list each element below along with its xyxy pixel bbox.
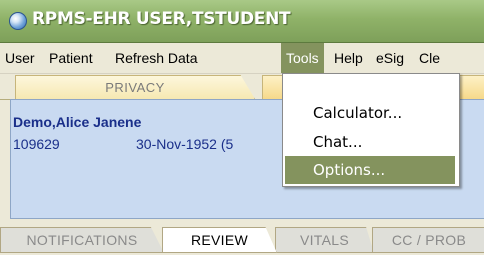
menu-help[interactable]: Help — [329, 43, 368, 73]
menu-user[interactable]: User — [0, 43, 40, 73]
patient-name[interactable]: Demo,Alice Janene — [13, 114, 141, 130]
tab-notifications[interactable]: NOTIFICATIONS — [0, 227, 164, 253]
patient-dob: 30-Nov-1952 (5 — [136, 136, 234, 152]
title-bar[interactable]: RPMS-EHR USER,TSTUDENT — [0, 0, 484, 43]
tab-review[interactable]: REVIEW — [162, 227, 277, 253]
tab-vitals[interactable]: VITALS — [275, 227, 374, 253]
menu-item-calculator[interactable]: Calculator... — [285, 99, 455, 127]
menu-refresh-data[interactable]: Refresh Data — [110, 43, 202, 73]
tools-dropdown-menu: Calculator... Chat... Options... — [282, 73, 460, 187]
tab-privacy[interactable]: PRIVACY — [15, 75, 255, 99]
patient-id: 109629 — [13, 136, 60, 152]
menu-patient[interactable]: Patient — [44, 43, 98, 73]
menu-item-options[interactable]: Options... — [285, 156, 455, 184]
menu-bar: User Patient Refresh Data Tools Help eSi… — [0, 43, 484, 74]
menu-esig[interactable]: eSig — [371, 43, 409, 73]
menu-clear[interactable]: Cle — [414, 43, 445, 73]
app-globe-icon[interactable] — [9, 12, 27, 30]
menu-item-chat[interactable]: Chat... — [285, 128, 455, 156]
tab-cc-prob[interactable]: CC / PROB — [372, 227, 484, 253]
ehr-window: RPMS-EHR USER,TSTUDENT User Patient Refr… — [0, 0, 484, 255]
window-title: RPMS-EHR USER,TSTUDENT — [32, 9, 291, 29]
menu-tools[interactable]: Tools — [281, 43, 324, 73]
bottom-tab-strip: NOTIFICATIONS REVIEW VITALS CC / PROB — [0, 219, 484, 255]
